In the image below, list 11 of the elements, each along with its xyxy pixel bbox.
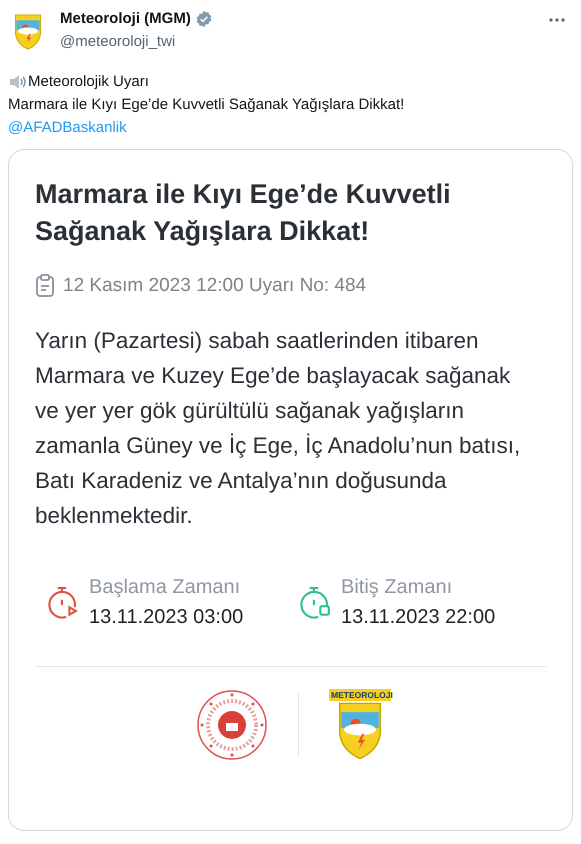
time-value: 13.11.2023 22:00: [341, 604, 496, 630]
tweet-heading: Meteorolojik Uyarı: [28, 72, 149, 92]
alert-body: Yarın (Pazartesi) sabah saatlerinden itibaren Marmara ve Kuzey Ege’de başlayacak sağanak ve yer yer gök gürültülü sağanak yağışların zamanla Güney ve İç Ege, İç Anadolu’nun batısı, Batı Karadeniz ve Antalya’nın doğusunda beklenmektedir.: [35, 326, 522, 530]
tweet-text: Marmara ile Kıyı Ege’de Kuvvetli Sağanak Yağışlara Dikkat!: [8, 95, 406, 115]
alert-title: Marmara ile Kıyı Ege’de Kuvvetli Sağanak Yağışlara Dikkat!: [35, 178, 452, 248]
author-name[interactable]: Meteoroloji (MGM): [60, 8, 191, 30]
time-label: Başlama Zamanı: [89, 574, 242, 600]
time-value: 13.11.2023 03:00: [89, 604, 244, 630]
author-handle[interactable]: @meteoroloji_twi: [60, 30, 545, 53]
alert-meta: 12 Kasım 2023 12:00 Uyarı No: 484: [63, 274, 366, 298]
time-label: Bitiş Zamanı: [341, 574, 454, 600]
